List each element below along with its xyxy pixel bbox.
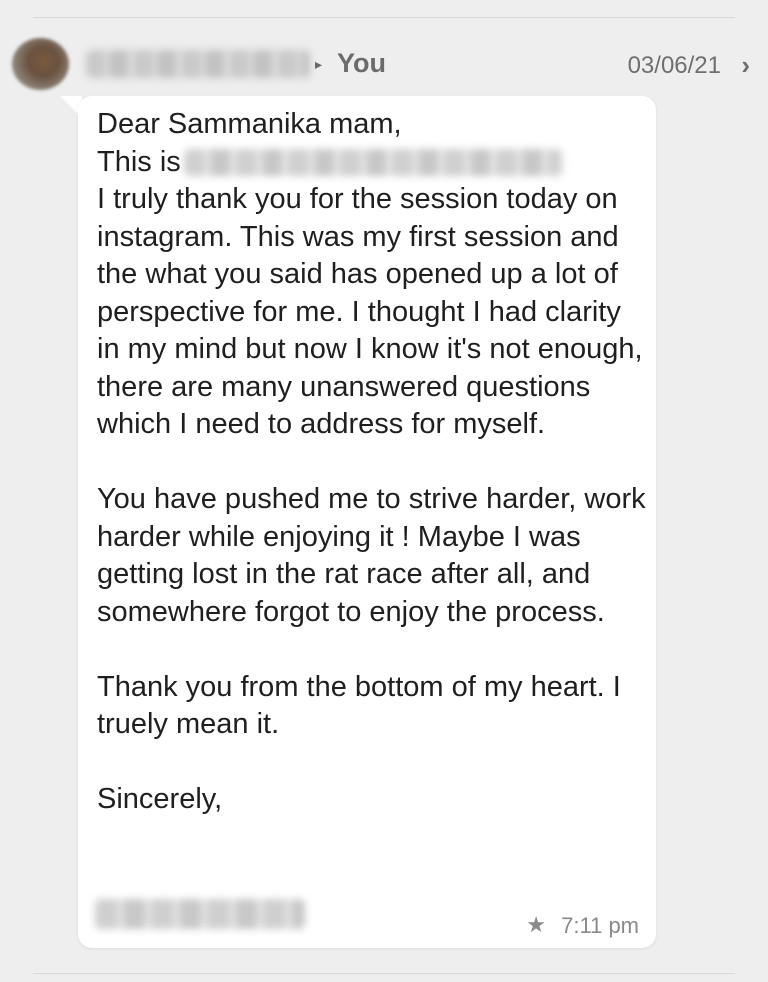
body-paragraph-2: You have pushed me to strive harder, wor… [97, 483, 646, 628]
message-text: Dear Sammanika mam, This is I truly than… [97, 106, 647, 819]
message-time: 7:11 pm [561, 913, 639, 938]
bottom-divider [33, 973, 735, 974]
author-name-redacted [183, 148, 562, 176]
signature-redacted [95, 899, 305, 929]
body-paragraph-1: I truly thank you for the session today … [97, 183, 643, 440]
sender-name-redacted [86, 50, 310, 78]
top-divider [33, 17, 735, 18]
avatar[interactable] [12, 38, 69, 90]
body-paragraph-3: Thank you from the bottom of my heart. I… [97, 670, 621, 741]
this-is-label: This is [97, 145, 181, 178]
chevron-right-icon[interactable]: › [741, 52, 750, 78]
greeting: Dear Sammanika mam, [97, 108, 402, 140]
this-is-line: This is [97, 144, 647, 182]
caret-right-icon: ▸ [315, 56, 323, 72]
star-icon: ★ [526, 912, 546, 937]
closing: Sincerely, [97, 783, 223, 815]
recipient-label: You [337, 48, 386, 78]
message-date: 03/06/21 [627, 52, 721, 79]
